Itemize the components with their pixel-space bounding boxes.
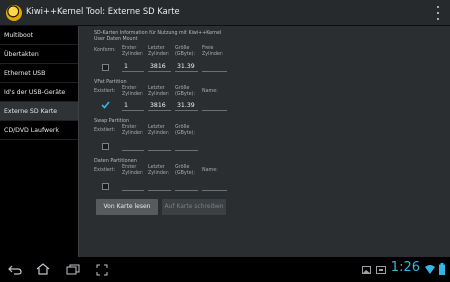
vfat-exists-checkbox[interactable] (101, 101, 110, 109)
sidebar-item-externe-sd-karte[interactable]: Externe SD Karte (0, 102, 78, 121)
main-panel: SD-Karten Information für Nutzung mit Ki… (78, 26, 450, 257)
vfat-erster-field[interactable]: 1 (122, 100, 144, 111)
info-freie-field[interactable] (202, 61, 227, 72)
system-bar: 1:26 (0, 257, 450, 282)
daten-erster-field[interactable] (122, 180, 144, 191)
daten-col-groesse: Größe (GByte): (175, 165, 196, 176)
daten-title: Daten Partitionen (94, 158, 137, 164)
sidebar-item-label: Ethernet USB (4, 69, 46, 77)
col-freie-zylinder: Freie Zylinder: (202, 46, 224, 57)
daten-col-letzter: Letzter Zylinder: (148, 165, 170, 176)
daten-groesse-field[interactable] (175, 180, 198, 191)
daten-col-erster: Erster Zylinder: (122, 165, 144, 176)
vfat-col-erster: Erster Zylinder: (122, 86, 144, 97)
info-groesse-field[interactable]: 31.39 (175, 61, 198, 72)
info-subheading: User Daten Mount (94, 37, 138, 42)
screenshot-icon[interactable] (96, 264, 108, 276)
vfat-letzter-field[interactable]: 3816 (148, 100, 171, 111)
swap-title: Swap Partition (94, 118, 130, 124)
battery-icon (439, 263, 445, 275)
sidebar-item-usb-ids[interactable]: Id's der USB-Geräte (0, 83, 78, 102)
daten-exists-label: Existiert: (94, 168, 116, 173)
sidebar-item-label: Externe SD Karte (4, 107, 58, 115)
wifi-icon (425, 265, 435, 274)
sidebar-item-label: CD/DVD Laufwerk (4, 126, 60, 134)
sidebar: Multiboot Übertakten Ethernet USB Id's d… (0, 26, 78, 257)
app-logo-icon[interactable] (6, 5, 22, 21)
checkmark-icon (101, 101, 110, 109)
gallery-notification-icon[interactable] (362, 266, 371, 274)
daten-name-field[interactable] (202, 180, 227, 191)
vfat-groesse-field[interactable]: 31.39 (175, 100, 198, 111)
read-from-card-button[interactable]: Von Karte lesen (96, 199, 158, 215)
col-erster-zylinder: Erster Zylinder: (122, 46, 144, 57)
app-title: Kiwi++Kernel Tool: Externe SD Karte (26, 6, 180, 16)
write-to-card-button[interactable]: Auf Karte schreiben (162, 199, 226, 215)
vfat-title: VFat Partition (94, 79, 127, 85)
vfat-col-letzter: Letzter Zylinder: (148, 86, 170, 97)
sidebar-item-ethernet-usb[interactable]: Ethernet USB (0, 64, 78, 83)
vfat-exists-label: Existiert: (94, 89, 116, 94)
swap-letzter-field[interactable] (148, 140, 171, 151)
info-letzter-field[interactable]: 3816 (148, 61, 171, 72)
swap-erster-field[interactable] (122, 140, 144, 151)
usb-notification-icon[interactable] (376, 266, 386, 274)
swap-col-erster: Erster Zylinder: (122, 125, 144, 136)
swap-col-groesse: Größe (GByte): (175, 125, 196, 136)
daten-letzter-field[interactable] (148, 180, 171, 191)
info-heading: SD-Karten Information für Nutzung mit Ki… (94, 31, 222, 36)
sidebar-item-cd-dvd[interactable]: CD/DVD Laufwerk (0, 121, 78, 140)
sidebar-item-label: Übertakten (4, 50, 39, 58)
daten-col-name: Name: (202, 168, 218, 173)
back-icon[interactable] (8, 265, 22, 275)
konform-label: Konform: (94, 48, 116, 53)
sidebar-item-uebertakten[interactable]: Übertakten (0, 45, 78, 64)
vfat-col-groesse: Größe (GByte): (175, 86, 196, 97)
swap-col-letzter: Letzter Zylinder: (148, 125, 170, 136)
recent-apps-icon[interactable] (66, 264, 80, 275)
sidebar-item-multiboot[interactable]: Multiboot (0, 26, 78, 45)
swap-exists-checkbox[interactable] (102, 143, 109, 150)
daten-exists-checkbox[interactable] (102, 183, 109, 190)
sidebar-item-label: Id's der USB-Geräte (4, 88, 66, 96)
swap-groesse-field[interactable] (175, 140, 198, 151)
vfat-col-name: Name: (202, 89, 218, 94)
info-erster-field[interactable]: 1 (122, 61, 144, 72)
col-groesse: Größe (GByte): (175, 46, 196, 57)
sidebar-item-label: Multiboot (4, 31, 34, 39)
home-icon[interactable] (36, 263, 50, 275)
action-bar: Kiwi++Kernel Tool: Externe SD Karte (0, 0, 450, 26)
col-letzter-zylinder: Letzter Zylinder: (148, 46, 170, 57)
konform-checkbox[interactable] (102, 64, 109, 71)
swap-exists-label: Existiert: (94, 128, 116, 133)
overflow-menu-icon[interactable] (436, 6, 440, 20)
vfat-name-field[interactable] (202, 100, 227, 111)
clock[interactable]: 1:26 (391, 260, 420, 275)
